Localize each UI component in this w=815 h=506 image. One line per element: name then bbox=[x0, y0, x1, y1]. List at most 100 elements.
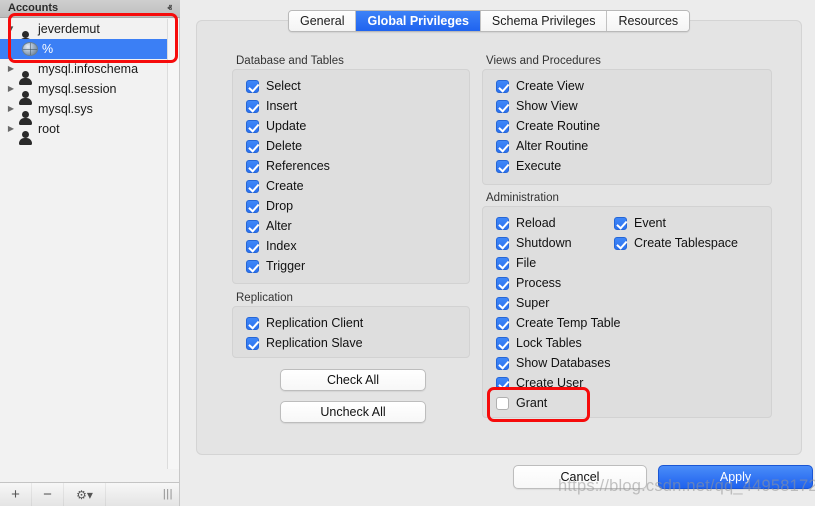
checkbox-row-insert[interactable]: Insert bbox=[246, 99, 297, 113]
add-account-button[interactable]: + bbox=[0, 483, 32, 506]
disclosure-triangle-open-icon[interactable]: ▼ bbox=[4, 25, 18, 33]
checkbox-label: Create Temp Table bbox=[516, 316, 621, 330]
checkbox-label: Create Routine bbox=[516, 119, 601, 133]
checkbox-checked-icon[interactable] bbox=[496, 336, 509, 350]
checkbox-label: Create Tablespace bbox=[634, 236, 739, 250]
tree-item--[interactable]: % bbox=[0, 39, 179, 59]
checkbox-row-execute[interactable]: Execute bbox=[496, 159, 561, 173]
group-title-replication: Replication bbox=[236, 292, 293, 304]
disclosure-triangle-closed-icon[interactable]: ▶ bbox=[4, 65, 18, 73]
checkbox-row-index[interactable]: Index bbox=[246, 239, 297, 253]
checkbox-row-alter-routine[interactable]: Alter Routine bbox=[496, 139, 588, 153]
tree-item-mysql-session[interactable]: ▶ mysql.session bbox=[0, 79, 179, 105]
sort-chevron-icon[interactable]: ⱏ bbox=[168, 3, 172, 14]
sidebar-header[interactable]: Accounts ⱏ bbox=[0, 0, 180, 18]
checkbox-row-create-user[interactable]: Create User bbox=[496, 376, 583, 390]
remove-account-button[interactable]: − bbox=[32, 483, 64, 506]
checkbox-row-lock-tables[interactable]: Lock Tables bbox=[496, 336, 582, 350]
tree-item-mysql-infoschema[interactable]: ▶ mysql.infoschema bbox=[0, 59, 179, 85]
checkbox-row-drop[interactable]: Drop bbox=[246, 199, 293, 213]
checkbox-row-delete[interactable]: Delete bbox=[246, 139, 302, 153]
checkbox-unchecked-icon[interactable] bbox=[496, 396, 509, 410]
checkbox-checked-icon[interactable] bbox=[496, 99, 509, 113]
tree-item-root[interactable]: ▶ root bbox=[0, 119, 179, 145]
checkbox-row-event[interactable]: Event bbox=[614, 216, 666, 230]
checkbox-row-super[interactable]: Super bbox=[496, 296, 549, 310]
checkbox-checked-icon[interactable] bbox=[496, 159, 509, 173]
accounts-tree[interactable]: ▼ jeverdemut% ▶ mysql.infoschema ▶ mysql.sess… bbox=[0, 19, 179, 469]
checkbox-label: Index bbox=[266, 239, 297, 253]
checkbox-label: References bbox=[266, 159, 330, 173]
checkbox-checked-icon[interactable] bbox=[246, 336, 259, 350]
uncheck-all-button[interactable]: Uncheck All bbox=[280, 401, 426, 423]
check-all-button[interactable]: Check All bbox=[280, 369, 426, 391]
checkbox-row-create-view[interactable]: Create View bbox=[496, 79, 584, 93]
checkbox-checked-icon[interactable] bbox=[496, 236, 509, 250]
checkbox-row-create-tablespace[interactable]: Create Tablespace bbox=[614, 236, 738, 250]
checkbox-label: Delete bbox=[266, 139, 303, 153]
checkbox-checked-icon[interactable] bbox=[496, 79, 509, 93]
globe-icon bbox=[22, 42, 38, 56]
checkbox-checked-icon[interactable] bbox=[246, 139, 259, 153]
checkbox-label: Lock Tables bbox=[516, 336, 582, 350]
checkbox-checked-icon[interactable] bbox=[614, 236, 627, 250]
checkbox-row-grant[interactable]: Grant bbox=[496, 396, 547, 410]
watermark-text: https://blog.csdn.net/qq_44958172 bbox=[558, 477, 815, 495]
checkbox-checked-icon[interactable] bbox=[496, 139, 509, 153]
checkbox-checked-icon[interactable] bbox=[496, 216, 509, 230]
disclosure-triangle-closed-icon[interactable]: ▶ bbox=[4, 85, 18, 93]
checkbox-checked-icon[interactable] bbox=[246, 199, 259, 213]
checkbox-checked-icon[interactable] bbox=[246, 79, 259, 93]
checkbox-checked-icon[interactable] bbox=[246, 99, 259, 113]
checkbox-row-replication-slave[interactable]: Replication Slave bbox=[246, 336, 363, 350]
checkbox-row-file[interactable]: File bbox=[496, 256, 536, 270]
tab-general[interactable]: General bbox=[289, 11, 357, 31]
checkbox-checked-icon[interactable] bbox=[246, 219, 259, 233]
checkbox-checked-icon[interactable] bbox=[246, 119, 259, 133]
tree-item-mysql-sys[interactable]: ▶ mysql.sys bbox=[0, 99, 179, 125]
checkbox-checked-icon[interactable] bbox=[496, 256, 509, 270]
checkbox-checked-icon[interactable] bbox=[246, 239, 259, 253]
tree-item-jeverdemut[interactable]: ▼ jeverdemut bbox=[0, 19, 179, 45]
checkbox-checked-icon[interactable] bbox=[246, 259, 259, 273]
checkbox-checked-icon[interactable] bbox=[496, 276, 509, 290]
checkbox-row-select[interactable]: Select bbox=[246, 79, 301, 93]
group-title-database-and-tables: Database and Tables bbox=[236, 55, 344, 67]
checkbox-row-update[interactable]: Update bbox=[246, 119, 306, 133]
checkbox-checked-icon[interactable] bbox=[246, 316, 259, 330]
group-title-views-and-procedures: Views and Procedures bbox=[486, 55, 601, 67]
tree-item-label: jeverdemut bbox=[38, 22, 100, 36]
disclosure-triangle-closed-icon[interactable]: ▶ bbox=[4, 105, 18, 113]
checkbox-row-references[interactable]: References bbox=[246, 159, 330, 173]
sidebar-scrollbar[interactable] bbox=[167, 19, 179, 469]
checkbox-row-reload[interactable]: Reload bbox=[496, 216, 556, 230]
checkbox-label: Alter bbox=[266, 219, 292, 233]
checkbox-checked-icon[interactable] bbox=[496, 316, 509, 330]
checkbox-row-show-view[interactable]: Show View bbox=[496, 99, 578, 113]
disclosure-triangle-closed-icon[interactable]: ▶ bbox=[4, 125, 18, 133]
checkbox-label: Super bbox=[516, 296, 550, 310]
checkbox-checked-icon[interactable] bbox=[246, 159, 259, 173]
checkbox-row-trigger[interactable]: Trigger bbox=[246, 259, 305, 273]
resize-grip-icon[interactable]: ||| bbox=[163, 488, 173, 500]
checkbox-row-process[interactable]: Process bbox=[496, 276, 561, 290]
checkbox-row-create-temp-table[interactable]: Create Temp Table bbox=[496, 316, 620, 330]
tab-global-privileges[interactable]: Global Privileges bbox=[356, 11, 481, 31]
checkbox-checked-icon[interactable] bbox=[246, 179, 259, 193]
checkbox-checked-icon[interactable] bbox=[496, 356, 509, 370]
checkbox-row-replication-client[interactable]: Replication Client bbox=[246, 316, 363, 330]
checkbox-checked-icon[interactable] bbox=[496, 119, 509, 133]
checkbox-checked-icon[interactable] bbox=[496, 296, 509, 310]
checkbox-row-create-routine[interactable]: Create Routine bbox=[496, 119, 600, 133]
sidebar-footer-toolbar: + − ⚙▾ ||| bbox=[0, 482, 179, 506]
tab-schema-privileges[interactable]: Schema Privileges bbox=[480, 11, 608, 31]
checkbox-row-create[interactable]: Create bbox=[246, 179, 304, 193]
checkbox-checked-icon[interactable] bbox=[614, 216, 627, 230]
checkbox-row-shutdown[interactable]: Shutdown bbox=[496, 236, 572, 250]
checkbox-label: Event bbox=[634, 216, 666, 230]
tab-resources[interactable]: Resources bbox=[607, 11, 690, 31]
gear-icon[interactable]: ⚙▾ bbox=[64, 483, 106, 506]
checkbox-row-alter[interactable]: Alter bbox=[246, 219, 292, 233]
checkbox-row-show-databases[interactable]: Show Databases bbox=[496, 356, 611, 370]
checkbox-checked-icon[interactable] bbox=[496, 376, 509, 390]
